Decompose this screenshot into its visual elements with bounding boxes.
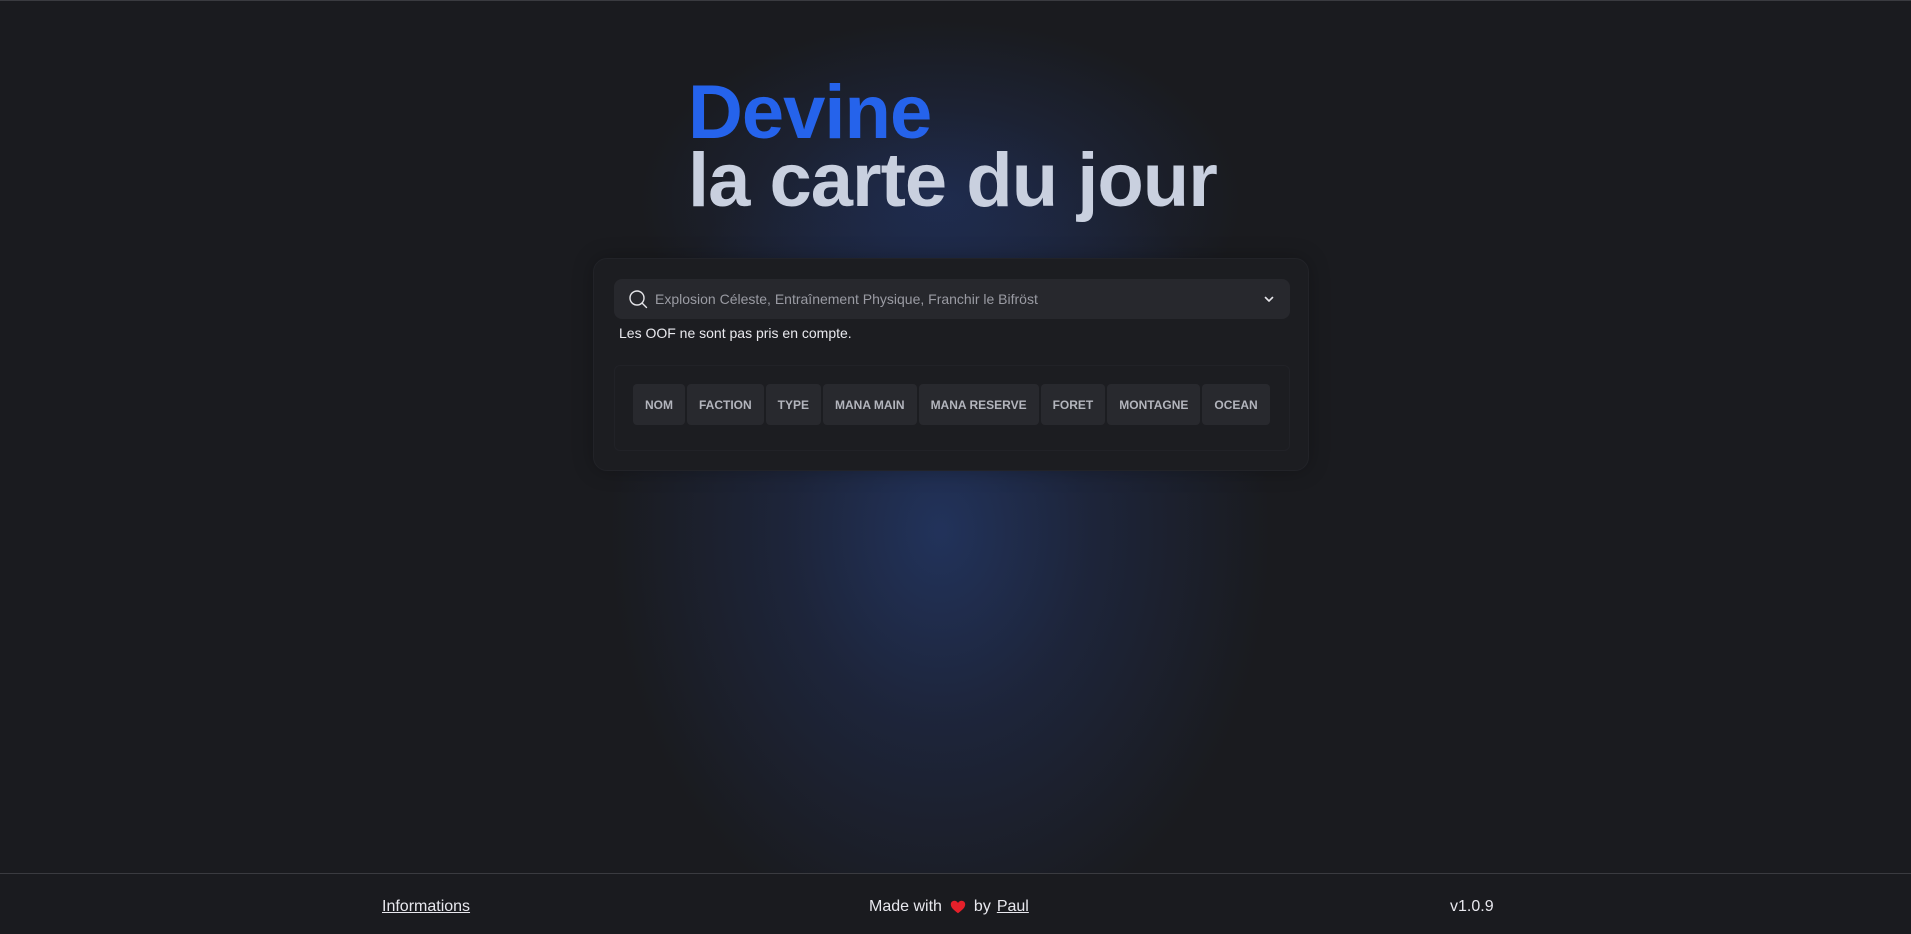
- made-with-credit: Made with by Paul: [869, 898, 1029, 916]
- author-link[interactable]: Paul: [997, 898, 1029, 916]
- heart-icon: [950, 900, 966, 914]
- column-header-mana-main: MANA MAIN: [823, 384, 917, 425]
- search-input[interactable]: [655, 291, 1262, 307]
- table-header: NOM FACTION TYPE MANA MAIN MANA RESERVE FORET…: [633, 384, 1270, 425]
- card-search-combobox[interactable]: [614, 279, 1290, 319]
- oof-note: Les OOF ne sont pas pris en compte.: [619, 325, 852, 341]
- guesses-table: NOM FACTION TYPE MANA MAIN MANA RESERVE FORET…: [614, 365, 1290, 451]
- footer: Informations Made with by Paul v1.0.9: [0, 873, 1911, 934]
- column-header-montagne: MONTAGNE: [1107, 384, 1201, 425]
- search-icon: [629, 290, 648, 309]
- page: Devine la carte du jour Les OOF ne sont …: [0, 0, 1911, 934]
- column-header-mana-reserve: MANA RESERVE: [918, 384, 1039, 425]
- made-with-text: Made with: [869, 898, 942, 915]
- column-header-ocean: OCEAN: [1202, 384, 1270, 425]
- column-header-type: TYPE: [765, 384, 822, 425]
- hero-title: la carte du jour: [688, 138, 1218, 223]
- by-text: by: [973, 898, 991, 915]
- hero-title-accent: Devine: [688, 70, 932, 155]
- informations-link[interactable]: Informations: [382, 898, 470, 916]
- version-label: v1.0.9: [1450, 898, 1494, 915]
- hero: Devine la carte du jour: [688, 70, 1218, 223]
- chevron-down-icon[interactable]: [1262, 292, 1276, 306]
- column-header-foret: FORET: [1040, 384, 1106, 425]
- game-card: Les OOF ne sont pas pris en compte. NOMF…: [593, 258, 1309, 471]
- column-header-faction: FACTION: [687, 384, 764, 425]
- column-header-nom: NOM: [633, 384, 685, 425]
